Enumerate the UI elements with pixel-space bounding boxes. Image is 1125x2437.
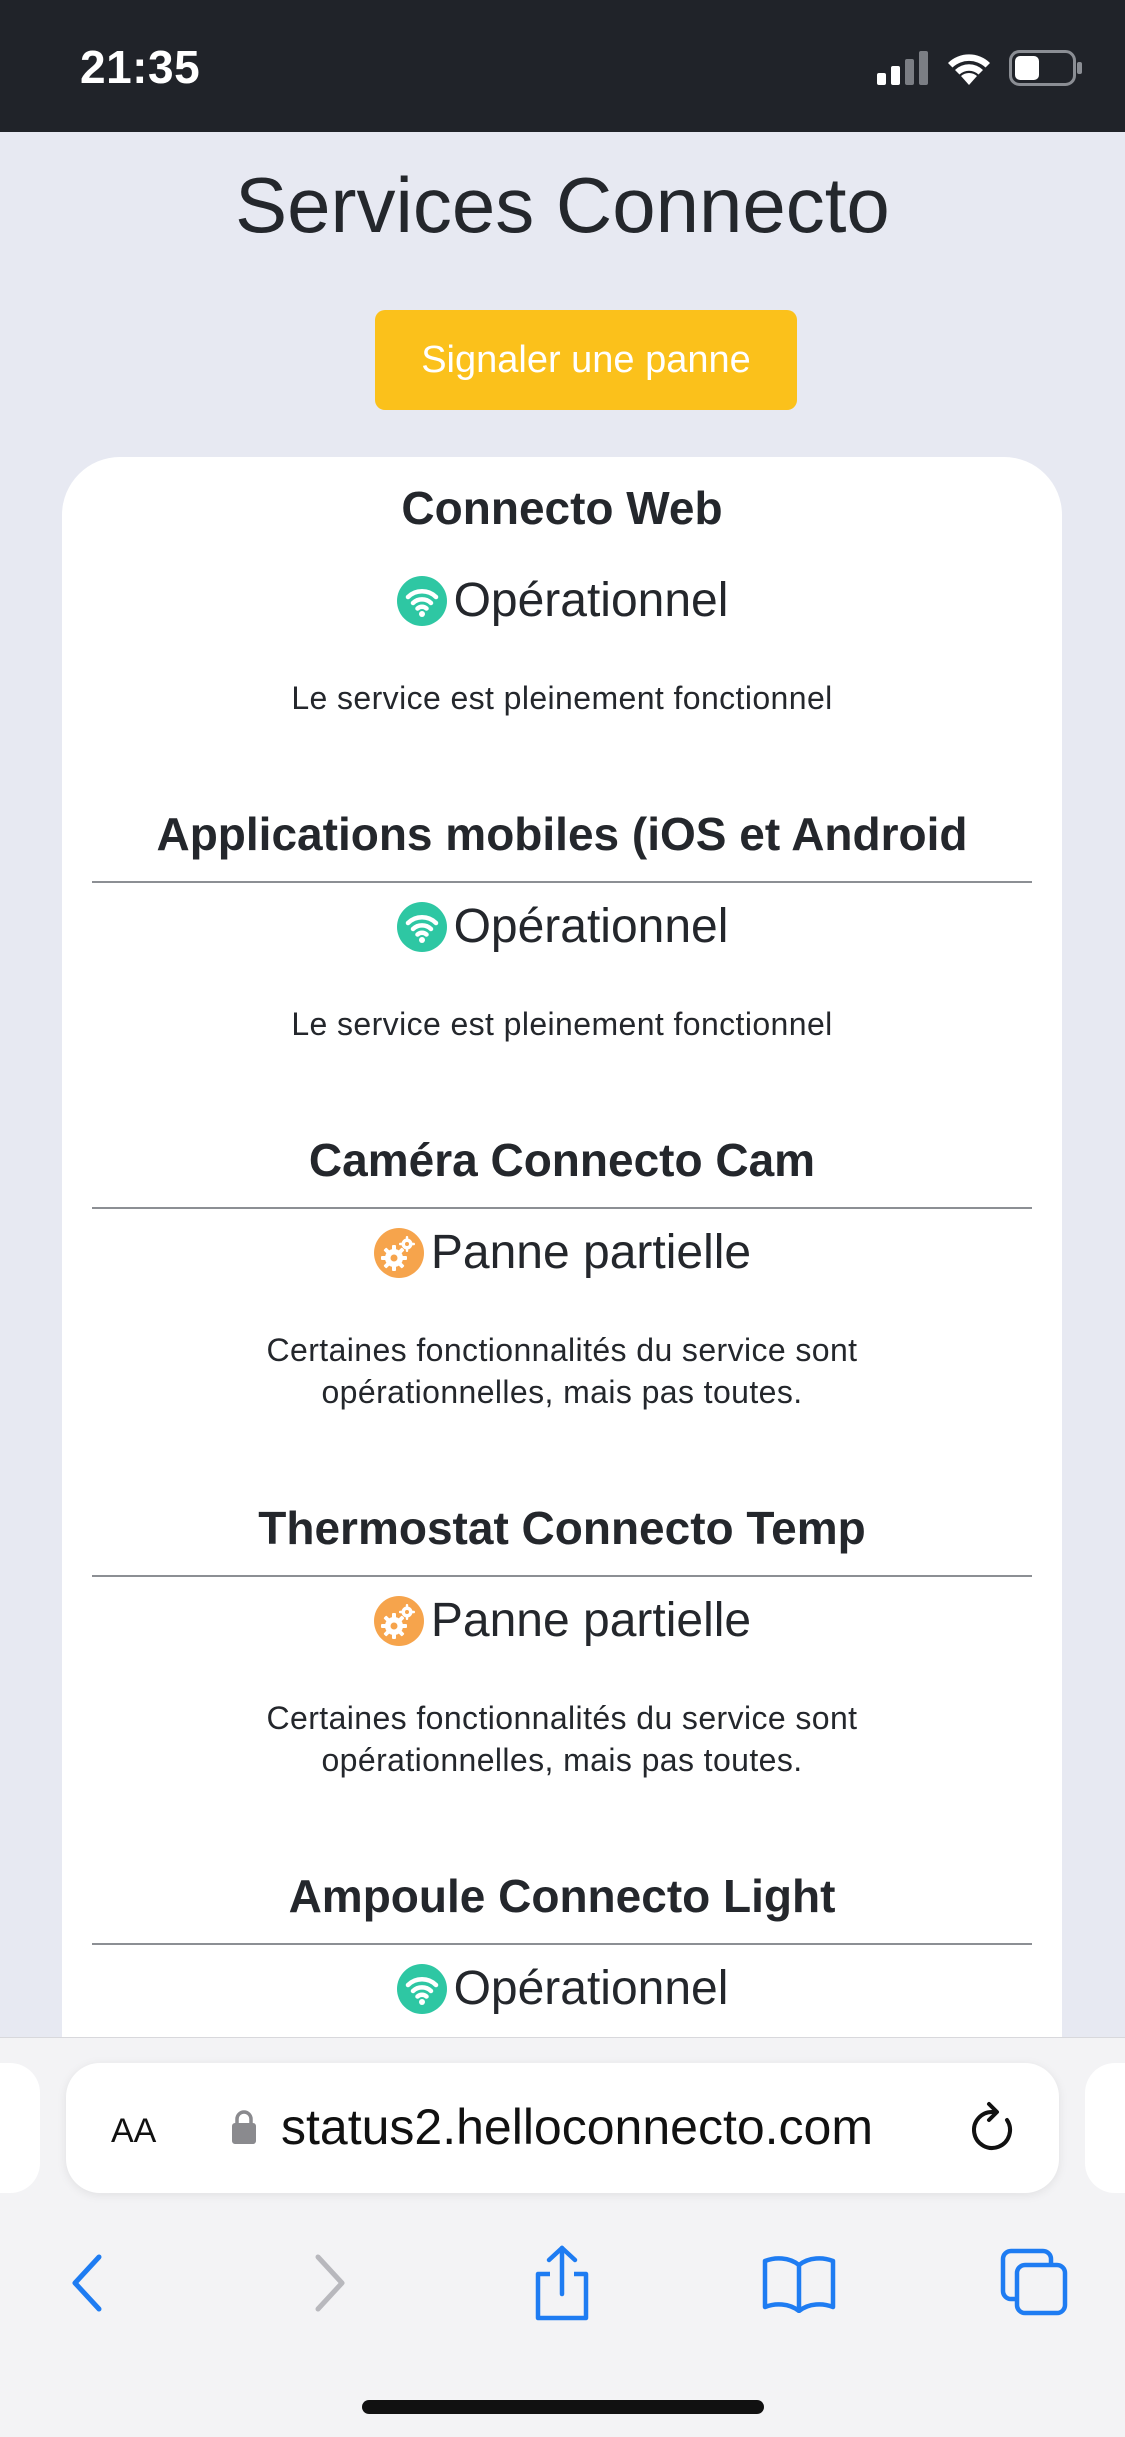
divider (92, 1943, 1032, 1945)
service-name: Ampoule Connecto Light (288, 1870, 836, 1922)
service-description-line: Certaines fonctionnalités du service son… (266, 1700, 858, 1736)
text-size-button-label: AA (111, 2112, 157, 2150)
next-tab-preview[interactable] (1085, 2063, 1125, 2193)
divider (92, 881, 1032, 883)
previous-tab-preview[interactable] (0, 2063, 40, 2193)
text-size-button[interactable]: AA (111, 2099, 156, 2153)
share-button[interactable] (507, 2228, 617, 2338)
wifi-status-icon (948, 54, 990, 85)
tabs-icon (1000, 2248, 1068, 2316)
gears-icon (373, 1595, 424, 1646)
address-bar[interactable]: AA status2.helloconnecto.com (66, 2063, 1059, 2193)
service-description: Certaines fonctionnalités du service son… (92, 1329, 1032, 1413)
status-page: Services Connecto Signaler une panne Con… (0, 132, 1125, 2037)
service-description-line: opérationnelles, mais pas toutes. (321, 1374, 803, 1410)
reload-icon[interactable] (967, 2100, 1019, 2156)
share-icon (535, 2245, 589, 2321)
service-status-label: Panne partielle (430, 1226, 752, 1279)
browser-bottom-bar: AA status2.helloconnecto.com (0, 2037, 1125, 2437)
divider (92, 1207, 1032, 1209)
wifi-icon (396, 575, 447, 626)
service-name: Thermostat Connecto Temp (258, 1502, 866, 1554)
service-status: Opérationnel (92, 573, 1032, 628)
bookmarks-button[interactable] (744, 2228, 854, 2338)
bookmarks-icon (762, 2256, 836, 2313)
service-name: Caméra Connecto Cam (308, 1134, 816, 1186)
page-title: Services Connecto (235, 161, 890, 249)
service-description: Le service est pleinement fonctionnel (291, 1006, 833, 1042)
service-description: Le service est pleinement fonctionnel (291, 680, 833, 716)
forward-icon (315, 2254, 345, 2312)
status-time: 21:35 (80, 41, 201, 93)
service-description-line: Certaines fonctionnalités du service son… (266, 1332, 858, 1368)
status-icons (877, 50, 1083, 86)
services-card: Connecto Web Opérationnel Le service est… (62, 457, 1062, 2037)
service-description: Certaines fonctionnalités du service son… (92, 1697, 1032, 1781)
cellular-signal-icon (877, 51, 928, 85)
forward-button[interactable] (275, 2228, 385, 2338)
service-status: Panne partielle (92, 1593, 1032, 1648)
home-indicator[interactable] (362, 2400, 764, 2414)
back-icon (72, 2254, 102, 2312)
service-status: Panne partielle (92, 1225, 1032, 1280)
service-status: Opérationnel (92, 1961, 1032, 2016)
service-status-label: Opérationnel (453, 1962, 729, 2015)
gears-icon (373, 1227, 424, 1278)
service-description-line: opérationnelles, mais pas toutes. (321, 1742, 803, 1778)
url-text[interactable]: status2.helloconnecto.com (281, 2098, 873, 2156)
browser-toolbar (0, 2228, 1125, 2338)
report-outage-button[interactable]: Signaler une panne (375, 310, 797, 410)
wifi-icon (396, 901, 447, 952)
tabs-button[interactable] (980, 2228, 1090, 2338)
service-status-label: Panne partielle (430, 1594, 752, 1647)
service-name: Connecto Web (401, 482, 723, 534)
divider (92, 1575, 1032, 1577)
service-name: Applications mobiles (iOS et Android (156, 808, 968, 860)
service-status: Opérationnel (92, 899, 1032, 954)
back-button[interactable] (32, 2228, 142, 2338)
battery-icon (1009, 50, 1082, 86)
service-status-label: Opérationnel (453, 574, 729, 627)
wifi-icon (396, 1963, 447, 2014)
status-bar: 21:35 (0, 0, 1125, 132)
lock-icon (232, 2110, 256, 2144)
service-status-label: Opérationnel (453, 900, 729, 953)
